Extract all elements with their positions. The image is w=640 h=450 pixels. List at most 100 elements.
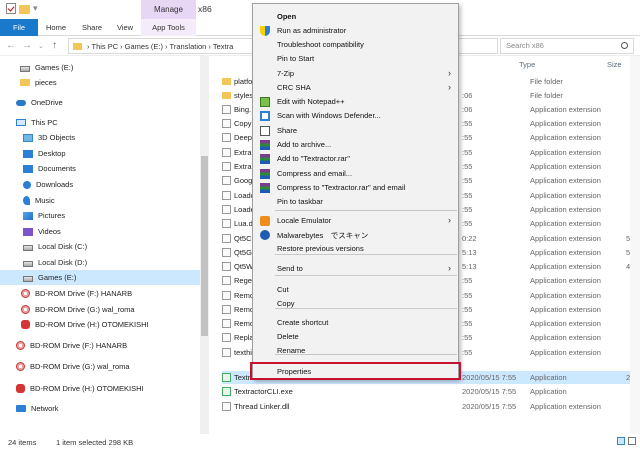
cell-type: Application extension: [530, 319, 601, 328]
dll-file-icon: [222, 248, 231, 257]
menu-item-cut[interactable]: Cut: [253, 283, 458, 297]
menu-item-add-to-textractor-rar[interactable]: Add to "Textractor.rar": [253, 152, 458, 166]
menu-item-troubleshoot-compatibility[interactable]: Troubleshoot compatibility: [253, 38, 458, 52]
nav-item-local-disk-d[interactable]: Local Disk (D:): [23, 255, 87, 270]
menu-item-crc-sha[interactable]: CRC SHA ›: [253, 81, 458, 95]
menu-item-restore-previous-versions[interactable]: Restore previous versions: [253, 242, 458, 256]
nav-item-downloads[interactable]: Downloads: [23, 177, 73, 192]
cell-type: Application extension: [530, 176, 601, 185]
tab-home[interactable]: Home: [44, 19, 68, 36]
menu-item-label: Copy: [277, 299, 295, 308]
nav-item-label: Pictures: [38, 211, 66, 220]
breadcrumb-textractor[interactable]: Textra: [213, 42, 233, 51]
nav-item-label: Desktop: [38, 149, 66, 158]
nav-item-label: Games (E:): [35, 63, 74, 72]
tab-app-tools[interactable]: App Tools: [141, 19, 196, 36]
table-row[interactable]: Thread Linker.dll 2020/05/15 7:55 Applicat…: [222, 400, 640, 413]
tab-view[interactable]: View: [114, 19, 136, 36]
menu-item-label: Troubleshoot compatibility: [277, 40, 364, 49]
dll-file-icon: [222, 205, 231, 214]
menu-item-share[interactable]: Share: [253, 124, 458, 138]
dropdown-icon[interactable]: ▾: [33, 3, 38, 14]
nav-item-desktop[interactable]: Desktop: [23, 146, 66, 161]
large-icons-view-icon[interactable]: [628, 437, 636, 445]
nav-scrollbar-thumb[interactable]: [201, 156, 208, 336]
nav-item-bd-rom-f-root[interactable]: BD-ROM Drive (F:) HANARB: [16, 338, 127, 353]
nav-item-videos[interactable]: Videos: [23, 224, 61, 239]
folder-icon: [222, 78, 231, 85]
nav-item-bd-rom-g[interactable]: BD-ROM Drive (G:) wal_roma: [21, 302, 135, 317]
menu-item-create-shortcut[interactable]: Create shortcut: [253, 316, 458, 330]
nav-item-music[interactable]: Music: [23, 193, 55, 208]
nav-item-bd-rom-g-root[interactable]: BD-ROM Drive (G:) wal_roma: [16, 359, 130, 374]
nav-item-this-pc[interactable]: This PC: [16, 115, 58, 130]
dll-file-icon: [222, 305, 231, 314]
menu-item-label: Pin to Start: [277, 54, 315, 63]
menu-item-run-as-administrator[interactable]: Run as administrator: [253, 24, 458, 38]
nav-item-games-e[interactable]: Games (E:): [20, 60, 73, 75]
address-bar-end[interactable]: [458, 38, 498, 54]
recent-locations-icon[interactable]: ⌄: [38, 42, 44, 50]
nav-item-local-disk-c[interactable]: Local Disk (C:): [23, 239, 87, 254]
file-list-scrollbar[interactable]: [630, 56, 640, 434]
details-view-icon[interactable]: [617, 437, 625, 445]
music-icon: [23, 196, 30, 205]
folder-icon: [20, 79, 30, 86]
nav-item-pieces[interactable]: pieces: [20, 75, 57, 90]
menu-item-properties[interactable]: Properties: [250, 362, 461, 380]
breadcrumb-games[interactable]: Games (E:): [125, 42, 163, 51]
tab-share[interactable]: Share: [80, 19, 104, 36]
nav-item-bd-rom-h[interactable]: BD-ROM Drive (H:) OTOMEKISHI: [21, 317, 149, 332]
menu-item-pin-to-start[interactable]: Pin to Start: [253, 52, 458, 66]
menu-item-open[interactable]: Open: [253, 10, 458, 24]
menu-item-7-zip[interactable]: 7-Zip ›: [253, 67, 458, 81]
nav-item-documents[interactable]: Documents: [23, 161, 76, 176]
forward-icon[interactable]: →: [22, 40, 32, 51]
column-size[interactable]: Size: [607, 60, 622, 69]
nav-scrollbar[interactable]: [200, 56, 209, 434]
downloads-icon: [23, 180, 31, 189]
manage-tab[interactable]: Manage: [141, 0, 196, 19]
dll-file-icon: [222, 319, 231, 328]
nav-item-label: Local Disk (D:): [38, 258, 88, 267]
nav-item-3d-objects[interactable]: 3D Objects: [23, 130, 75, 145]
breadcrumb-translation[interactable]: Translation: [170, 42, 207, 51]
menu-item-delete[interactable]: Delete: [253, 330, 458, 344]
up-icon[interactable]: ↑: [52, 40, 57, 51]
menu-item-locale-emulator[interactable]: Locale Emulator ›: [253, 214, 458, 228]
menu-item-edit-with-notepad[interactable]: Edit with Notepad++: [253, 95, 458, 109]
nav-item-games-e-selected[interactable]: Games (E:): [0, 270, 200, 285]
back-icon[interactable]: ←: [6, 40, 16, 51]
tab-file[interactable]: File: [0, 19, 38, 36]
search-input[interactable]: Search x86: [500, 38, 634, 54]
new-folder-icon[interactable]: [19, 5, 30, 14]
nav-item-onedrive[interactable]: OneDrive: [16, 95, 63, 110]
menu-item-send-to[interactable]: Send to ›: [253, 262, 458, 276]
menu-item-pin-to-taskbar[interactable]: Pin to taskbar: [253, 195, 458, 209]
cell-date: :55: [462, 148, 473, 157]
nav-item-network[interactable]: Network: [16, 401, 59, 416]
column-type[interactable]: Type: [519, 60, 535, 69]
menu-item-compress-and-email[interactable]: Compress and email...: [253, 167, 458, 181]
cell-type: Application extension: [530, 234, 601, 243]
table-row[interactable]: TextractorCLI.exe 2020/05/15 7:55 Applicat…: [222, 385, 640, 398]
breadcrumb-this-pc[interactable]: This PC: [92, 42, 119, 51]
menu-item-copy[interactable]: Copy: [253, 297, 458, 311]
3d-objects-icon: [23, 133, 33, 142]
locale-emulator-icon: [260, 216, 270, 226]
menu-item-malwarebytes[interactable]: Malwarebytes でスキャン: [253, 228, 458, 242]
menu-item-scan-with-windows-defender[interactable]: Scan with Windows Defender...: [253, 109, 458, 123]
nav-item-bd-rom-h-root[interactable]: BD-ROM Drive (H:) OTOMEKISHI: [16, 381, 144, 396]
malwarebytes-icon: [260, 230, 270, 240]
menu-item-compress-to-textractor-rar-and-email[interactable]: Compress to "Textractor.rar" and email: [253, 181, 458, 195]
nav-item-bd-rom-f[interactable]: BD-ROM Drive (F:) HANARB: [21, 286, 132, 301]
nav-item-pictures[interactable]: Pictures: [23, 208, 65, 223]
properties-icon[interactable]: [6, 3, 16, 14]
cell-type: Application extension: [530, 148, 601, 157]
notepad-icon: [260, 97, 270, 107]
cell-date: :55: [462, 191, 473, 200]
dll-file-icon: [222, 119, 231, 128]
menu-item-rename[interactable]: Rename: [253, 344, 458, 358]
menu-item-add-to-archive[interactable]: Add to archive...: [253, 138, 458, 152]
address-bar[interactable]: › This PC › Games (E:) › Translation › T…: [68, 38, 260, 54]
